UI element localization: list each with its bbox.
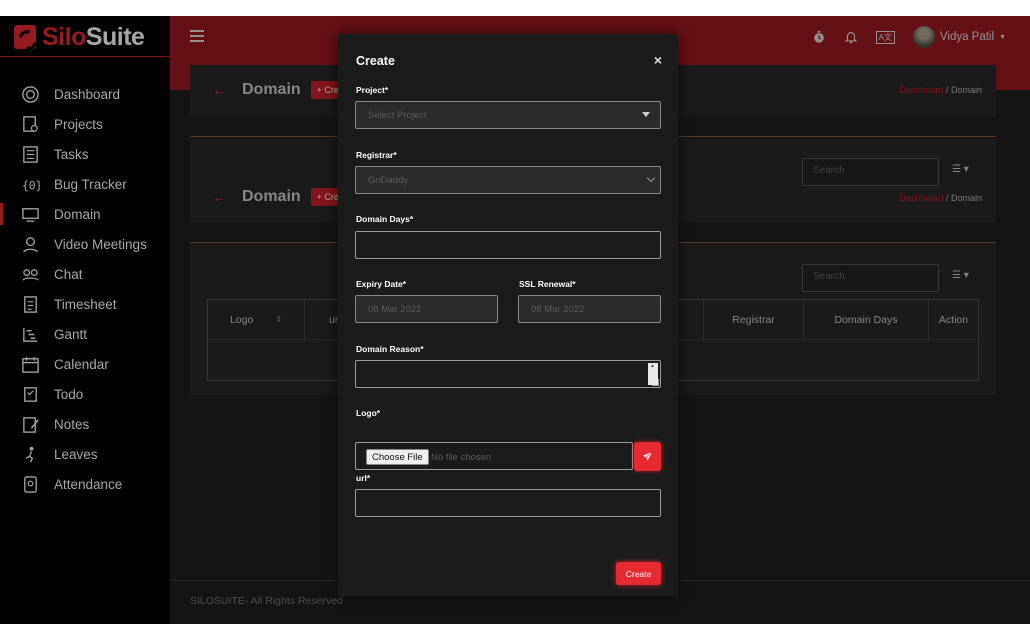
project-label: Project* — [356, 85, 389, 95]
file-status: No file chosen — [431, 452, 492, 463]
ssl-renewal-label: SSL Renewal* — [519, 279, 576, 289]
caret-down-icon — [642, 112, 650, 117]
registrar-select[interactable]: GoDaddy — [355, 166, 661, 194]
send-icon — [642, 451, 653, 461]
domain-days-input[interactable] — [355, 231, 661, 259]
url-input[interactable] — [355, 489, 661, 517]
expiry-date-label: Expiry Date* — [356, 279, 407, 289]
domain-days-label: Domain Days* — [356, 214, 414, 224]
logo-label: Logo* — [356, 408, 381, 418]
create-submit-button[interactable]: Create — [616, 562, 661, 585]
upload-button[interactable] — [634, 442, 661, 471]
resize-handle[interactable] — [652, 379, 659, 386]
domain-reason-textarea[interactable] — [355, 360, 661, 388]
domain-reason-label: Domain Reason* — [356, 344, 424, 354]
url-label: url* — [356, 473, 371, 483]
modal-title: Create — [356, 54, 395, 68]
create-domain-modal: Create × Project* Select Project Registr… — [338, 34, 678, 596]
ssl-renewal-input[interactable]: 08 Mar 2022 — [518, 295, 661, 323]
app-window: SiloSuite DashboardProjectsTasks{0}Bug T… — [0, 16, 1030, 624]
logo-file-input[interactable]: Choose File No file chosen — [355, 442, 633, 470]
project-select[interactable]: Select Project — [355, 101, 661, 129]
expiry-date-input[interactable]: 08 Mar 2022 — [355, 295, 498, 323]
registrar-label: Registrar* — [356, 150, 397, 160]
close-icon[interactable]: × — [654, 52, 662, 68]
choose-file-button[interactable]: Choose File — [366, 449, 429, 465]
chevron-down-icon — [646, 173, 656, 183]
